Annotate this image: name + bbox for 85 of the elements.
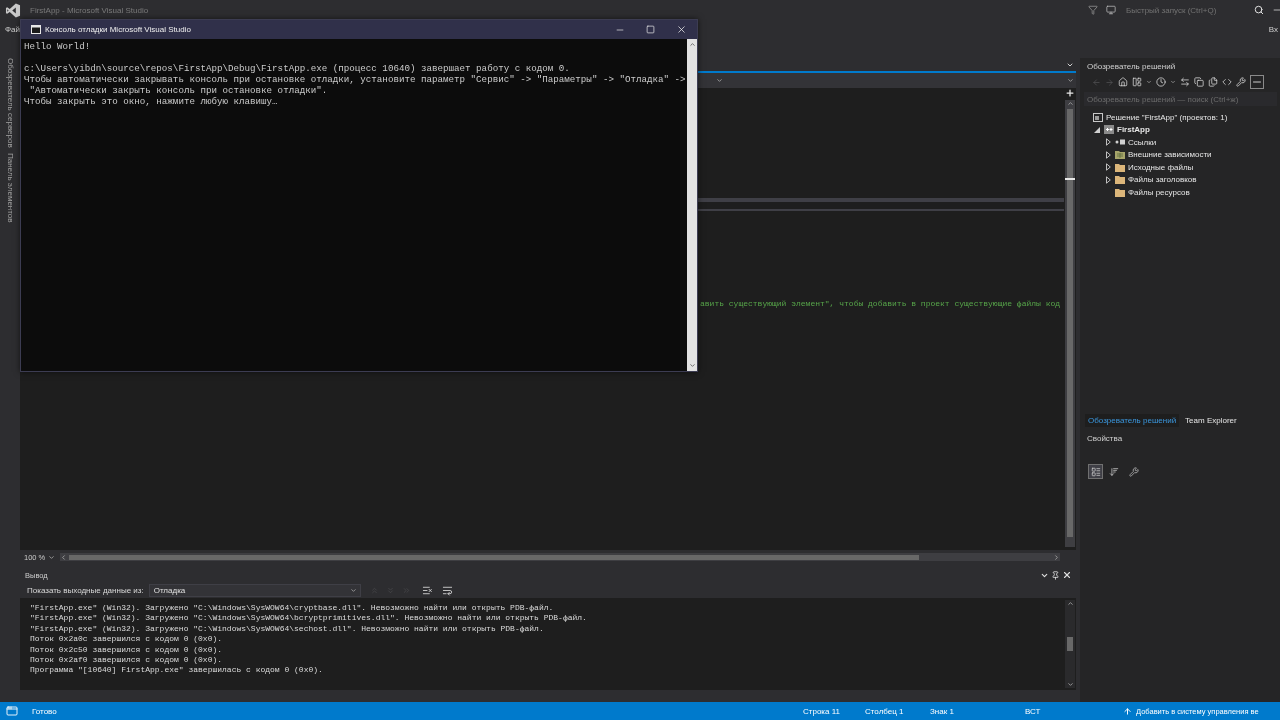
status-message: Готово: [32, 706, 57, 716]
monitor-icon[interactable]: [1106, 5, 1116, 15]
panels-icon[interactable]: [1132, 77, 1142, 87]
wrench-icon[interactable]: [1236, 77, 1246, 87]
caret-up-icon[interactable]: [688, 41, 696, 48]
tree-item[interactable]: Решение "FirstApp" (проектов: 1): [1106, 112, 1228, 122]
output-line: "FirstApp.exe" (Win32). Загружено "C:\Windows\SysWOW64\cryptbase.dll". Невозможно найти или открыть PDB-файл.: [30, 603, 554, 614]
wrench-icon[interactable]: [1129, 466, 1139, 477]
tree-item[interactable]: Внешние зависимости: [1128, 150, 1212, 160]
caret-up-icon[interactable]: [1066, 600, 1074, 607]
caret-down-icon[interactable]: [688, 362, 696, 369]
scrollbar-track[interactable]: [1065, 100, 1075, 547]
solution-icon: [1093, 112, 1103, 122]
output-line: Программа "[10640] FirstApp.exe" завершилась с кодом 0 (0x0).: [30, 665, 323, 676]
scrollbar-track[interactable]: [60, 553, 1061, 561]
logo-icon[interactable]: [5, 2, 21, 18]
scrollbar-track[interactable]: [687, 39, 697, 371]
close-icon[interactable]: [1062, 570, 1072, 580]
two-way-arrow-icon[interactable]: [1180, 77, 1190, 87]
console-line: c:\Users\yibdn\source\repos\FirstApp\Debug\FirstApp.exe (процесс 10640) завершает работу с кодом 0.: [24, 63, 570, 74]
tree-item[interactable]: Исходные файлы: [1128, 162, 1194, 172]
references-icon: [1115, 139, 1125, 146]
panel-tab[interactable]: Обозреватель решений: [1085, 413, 1180, 427]
menu-item[interactable]: Фай: [5, 24, 20, 34]
minus-icon[interactable]: [1250, 75, 1264, 89]
source-label: Показать выходные данные из:: [27, 585, 144, 595]
column-indicator: Столбец 1: [865, 706, 904, 716]
arrow-up-icon[interactable]: [1123, 706, 1132, 716]
char-indicator: Знак 1: [930, 706, 954, 716]
close-icon[interactable]: [676, 24, 687, 35]
collapsed-arrow-icon[interactable]: [1105, 163, 1111, 172]
maximize-icon[interactable]: [646, 25, 655, 34]
project-icon: [1104, 125, 1114, 135]
output-line: Поток 0x2a0c завершился с кодом 0 (0x0).: [30, 634, 223, 645]
search-icon[interactable]: [1254, 5, 1264, 15]
folder-grid-icon: [1115, 150, 1125, 160]
scrollbar-thumb[interactable]: [69, 554, 920, 560]
tree-item[interactable]: Файлы ресурсов: [1128, 187, 1190, 197]
stacked-pages-icon[interactable]: [1194, 77, 1204, 87]
collapsed-arrow-icon[interactable]: [1105, 150, 1111, 159]
collapsed-arrow-icon[interactable]: [1105, 175, 1111, 184]
line-indicator: Строка 11: [803, 706, 840, 716]
scroll-marker: [1065, 178, 1075, 180]
expanded-arrow-icon[interactable]: [1094, 126, 1100, 133]
code-brackets-icon[interactable]: [1222, 77, 1232, 87]
scrollbar-thumb[interactable]: [1067, 109, 1073, 537]
list-clear-icon[interactable]: [421, 584, 433, 596]
panel-title: Обозреватель решений: [1087, 61, 1176, 71]
code-comment: авить существующий элемент", чтобы добавить в проект существующие файлы код: [700, 299, 1061, 309]
plus-icon[interactable]: [1065, 88, 1075, 98]
caret-left-icon[interactable]: [60, 553, 68, 561]
side-tab[interactable]: Обозреватель серверов: [5, 58, 15, 148]
tree-item[interactable]: Ссылки: [1128, 137, 1157, 147]
panel-tab[interactable]: Team Explorer: [1182, 413, 1240, 427]
panel-title: Свойства: [1087, 433, 1123, 443]
pin-icon[interactable]: [1051, 570, 1060, 580]
source-dropdown[interactable]: Отладка: [148, 583, 361, 597]
side-tab[interactable]: Панель элементов: [5, 152, 15, 223]
window-title: Консоль отладки Microsoft Visual Studio: [45, 25, 191, 34]
caret-right-icon[interactable]: [1053, 553, 1061, 561]
output-line: "FirstApp.exe" (Win32). Загружено "C:\Windows\SysWOW64\bcryptprimitives.dll". Невозможно найти или открыть PDB-файл.: [30, 613, 587, 624]
console-line: Чтобы автоматически закрывать консоль при остановке отладки, установите параметр "Сервис" -> "Параметры" -> "Отладка" ->: [24, 74, 686, 85]
insert-mode-indicator[interactable]: ВСТ: [1025, 706, 1041, 716]
tree-item[interactable]: Файлы заголовков: [1128, 175, 1197, 185]
scrollbar-thumb[interactable]: [1067, 637, 1073, 651]
word-wrap-icon[interactable]: [441, 584, 453, 596]
scrollbar-track[interactable]: [1065, 600, 1075, 688]
filter-icon[interactable]: [1088, 5, 1098, 15]
console-line: "Автоматически закрыть консоль при остановке отладки".: [28, 85, 328, 96]
tree-item[interactable]: FirstApp: [1117, 125, 1150, 135]
sign-in-link[interactable]: Вх: [1268, 24, 1278, 34]
files-icon[interactable]: [1208, 77, 1218, 87]
console-line: Hello World!: [24, 41, 91, 52]
output-line: "FirstApp.exe" (Win32). Загружено "C:\Windows\SysWOW64\sechost.dll". Невозможно найти или открыть PDB-файл.: [30, 623, 544, 635]
caret-down-icon[interactable]: [1066, 681, 1074, 688]
console-line: Чтобы закрыть это окно, нажмите любую клавишу…: [24, 96, 278, 107]
caret-up-icon[interactable]: [1066, 100, 1074, 107]
collapsed-arrow-icon[interactable]: [1105, 138, 1111, 147]
output-line: Поток 0x2c50 завершился с кодом 0 (0x0).: [30, 644, 223, 656]
window-icon: [31, 25, 41, 34]
clock-icon[interactable]: [1156, 77, 1166, 87]
window-title: FirstApp - Microsoft Visual Studio: [30, 5, 149, 15]
output-line: Поток 0x2af0 завершился с кодом 0 (0x0).: [30, 655, 223, 666]
home-icon[interactable]: [1118, 77, 1128, 87]
window-icon: [6, 705, 18, 717]
